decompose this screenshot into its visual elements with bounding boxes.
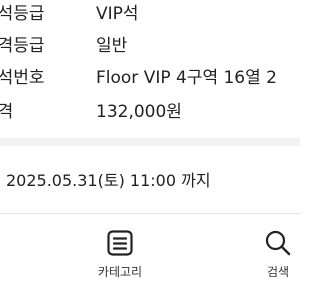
price-grade-value: 일반 bbox=[96, 36, 128, 56]
seat-number-value: Floor VIP 4구역 16열 2 bbox=[96, 68, 277, 88]
ticket-detail-screen: 좌석등급 VIP석 가격등급 일반 좌석번호 Floor VIP 4구역 16열… bbox=[0, 0, 300, 300]
price-grade-row: 가격등급 일반 bbox=[0, 32, 300, 60]
bottom-tab-bar: 카테고리 검색 bbox=[0, 214, 300, 300]
tab-category-label: 카테고리 bbox=[97, 265, 143, 279]
seat-grade-label: 좌석등급 bbox=[0, 4, 45, 24]
seat-number-row: 좌석번호 Floor VIP 4구역 16열 2 bbox=[0, 64, 300, 92]
section-divider bbox=[0, 138, 300, 146]
seat-number-label: 좌석번호 bbox=[0, 68, 45, 88]
seat-grade-value: VIP석 bbox=[96, 4, 139, 24]
price-value: 132,000원 bbox=[96, 102, 182, 122]
price-grade-label: 가격등급 bbox=[0, 36, 45, 56]
price-row: 가격 132,000원 bbox=[0, 98, 300, 126]
search-icon bbox=[265, 230, 291, 256]
tab-category[interactable]: 카테고리 bbox=[80, 228, 160, 288]
price-label: 가격 bbox=[0, 102, 14, 122]
deadline-text: 2025.05.31(토) 11:00 까지 bbox=[6, 171, 211, 190]
tab-search[interactable]: 검색 bbox=[238, 228, 300, 288]
tab-search-label: 검색 bbox=[266, 265, 290, 279]
category-list-icon bbox=[107, 230, 133, 256]
seat-grade-row: 좌석등급 VIP석 bbox=[0, 0, 300, 28]
